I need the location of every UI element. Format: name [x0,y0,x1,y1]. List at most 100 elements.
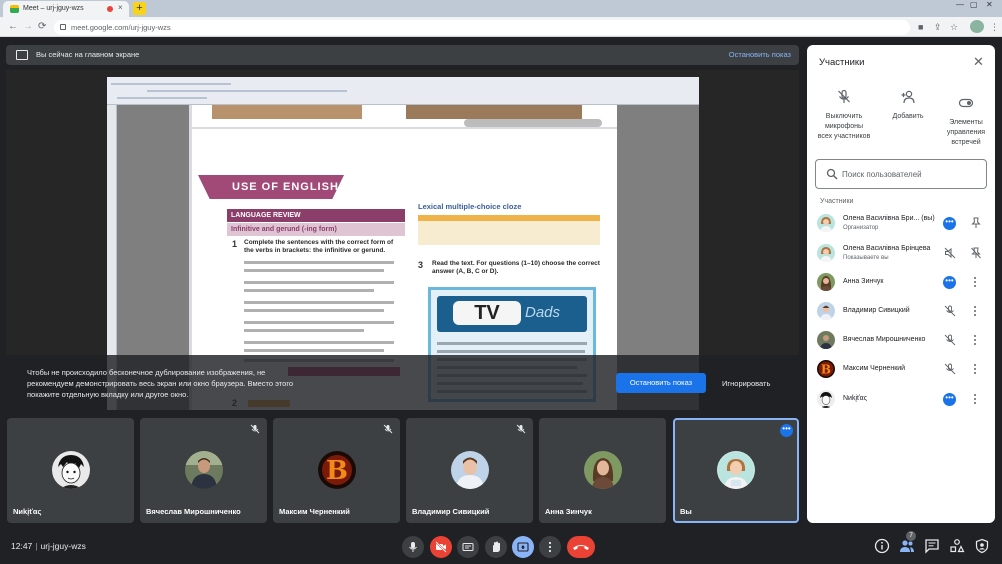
self-tile[interactable]: ••• Вы [673,418,799,523]
clock-time: 12:47 [11,541,33,551]
tab-close-button[interactable]: × [118,3,123,12]
svg-text:B: B [326,456,348,486]
recording-dot-icon [107,6,113,12]
tile-name: Анна Зинчук [545,507,592,516]
more-vert-icon[interactable] [973,393,977,405]
new-tab-button[interactable]: + [133,2,146,15]
participant-row[interactable]: Олена Василівна Бри... (вы) Организатор … [807,211,995,237]
more-vert-icon[interactable] [973,276,977,288]
presenting-text: Вы сейчас на главном экране [36,50,140,59]
language-review-bar: LANGUAGE REVIEW [227,209,405,222]
participant-name: Максим Черненкий [843,365,906,372]
avatar [584,451,622,489]
profile-avatar[interactable] [970,20,984,33]
avatar: B [817,360,835,378]
chat-icon[interactable] [924,538,940,554]
present-screen-icon [517,542,529,552]
browser-tab-bar: Meet – urj-jguy-wzs × + — ▢ ✕ [0,0,1002,17]
mic-off-icon [838,89,850,103]
avatar [717,451,755,489]
url-field[interactable]: meet.google.com/urj-jguy-wzs [54,20,910,35]
avatar: B [318,451,356,489]
use-of-english-heading: USE OF ENGLISH [198,175,344,199]
stop-sharing-button[interactable]: Остановить показ [616,373,706,393]
avatar [817,214,835,232]
participant-name: Вячеслав Мирошниченко [843,336,926,343]
browser-tab[interactable]: Meet – urj-jguy-wzs × [3,1,129,17]
hang-up-icon [573,545,589,550]
add-people-label: Добавить [892,113,924,120]
volume-off-icon [944,247,956,259]
mute-all-button[interactable]: Выключить микрофоны всех участников [817,89,871,142]
meeting-controls-bar: 12:47 | urj-jguy-wzs [0,530,1002,564]
window-close-icon[interactable]: ✕ [986,0,993,9]
more-vert-icon[interactable] [973,363,977,375]
avatar [52,451,90,489]
participant-row[interactable]: Анна Зинчук ••• [807,270,995,296]
search-input[interactable] [842,167,982,181]
tab-title: Meet – urj-jguy-wzs [23,5,84,12]
mic-off-icon [516,424,526,434]
forward-arrow-icon[interactable]: → [23,21,33,32]
participant-search[interactable] [815,159,987,189]
camera-off-button[interactable] [430,536,452,558]
leave-call-button[interactable] [567,536,595,558]
add-person-icon [901,90,915,104]
maximize-icon[interactable]: ▢ [970,0,978,9]
add-people-button[interactable]: Добавить [883,89,933,122]
host-controls-icon[interactable] [974,538,990,554]
browser-menu-icon[interactable]: ⋮ [990,22,999,33]
participant-tile[interactable]: Владимир Сивицкий [406,418,533,523]
tile-name: Nиkįťας [13,507,42,516]
participant-tile[interactable]: Вячеслав Мирошниченко [140,418,267,523]
meeting-details-icon[interactable] [874,538,890,554]
back-arrow-icon[interactable]: ← [8,21,18,32]
share-icon[interactable]: ⇪ [934,22,942,33]
more-vert-icon [548,541,552,553]
search-icon [826,168,838,180]
avatar [817,302,835,320]
captions-button[interactable] [457,536,479,558]
pin-icon[interactable] [971,217,981,229]
participant-role: Организатор [843,225,879,231]
raise-hand-button[interactable] [485,536,507,558]
address-bar: ← → ⟳ meet.google.com/urj-jguy-wzs ■ ⇪ ☆… [0,17,1002,37]
participant-tile[interactable]: Nиkįťας [7,418,134,523]
minimize-icon[interactable]: — [956,0,964,9]
toggle-icon [958,98,974,108]
pin-off-icon[interactable] [971,247,981,259]
present-now-button[interactable] [512,536,534,558]
participant-row[interactable]: Nиkįťας ••• [807,387,995,413]
panel-close-button[interactable]: ✕ [973,54,984,70]
participant-tile[interactable]: Анна Зинчук [539,418,666,523]
ignore-button[interactable]: Игнорировать [722,379,770,388]
raise-hand-icon [493,541,500,552]
participant-row[interactable]: Олена Василівна Брiнцева Показываете вы [807,241,995,267]
microphone-button[interactable] [402,536,424,558]
more-options-icon[interactable]: ••• [780,424,793,437]
participant-row[interactable]: Вячеслав Мирошниченко [807,328,995,354]
host-controls-label: Элементы управления встречей [946,119,986,146]
captions-icon [462,543,474,551]
more-vert-icon[interactable] [973,334,977,346]
camera-in-use-icon[interactable]: ■ [918,22,923,32]
participant-row[interactable]: B Максим Черненкий [807,357,995,383]
activities-icon[interactable] [949,538,965,554]
mic-off-icon [944,363,956,375]
host-controls-button[interactable]: Элементы управления встречей [939,95,993,148]
more-vert-icon[interactable] [973,305,977,317]
mic-off-icon [250,424,260,434]
reload-icon[interactable]: ⟳ [38,21,46,32]
participant-tile[interactable]: B Максим Черненкий [273,418,400,523]
speaking-indicator-icon: ••• [943,276,956,289]
lock-icon [60,24,66,30]
bookmark-star-icon[interactable]: ☆ [950,22,958,33]
avatar [817,273,835,291]
participant-name: Олена Василівна Брiнцева [843,245,931,252]
more-options-button[interactable] [539,536,561,558]
presenting-banner: Вы сейчас на главном экране Остановить п… [6,45,799,65]
mic-off-icon [383,424,393,434]
banner-stop-sharing-button[interactable]: Остановить показ [729,50,791,59]
speaking-indicator-icon: ••• [943,393,956,406]
participant-row[interactable]: Владимир Сивицкий [807,299,995,325]
